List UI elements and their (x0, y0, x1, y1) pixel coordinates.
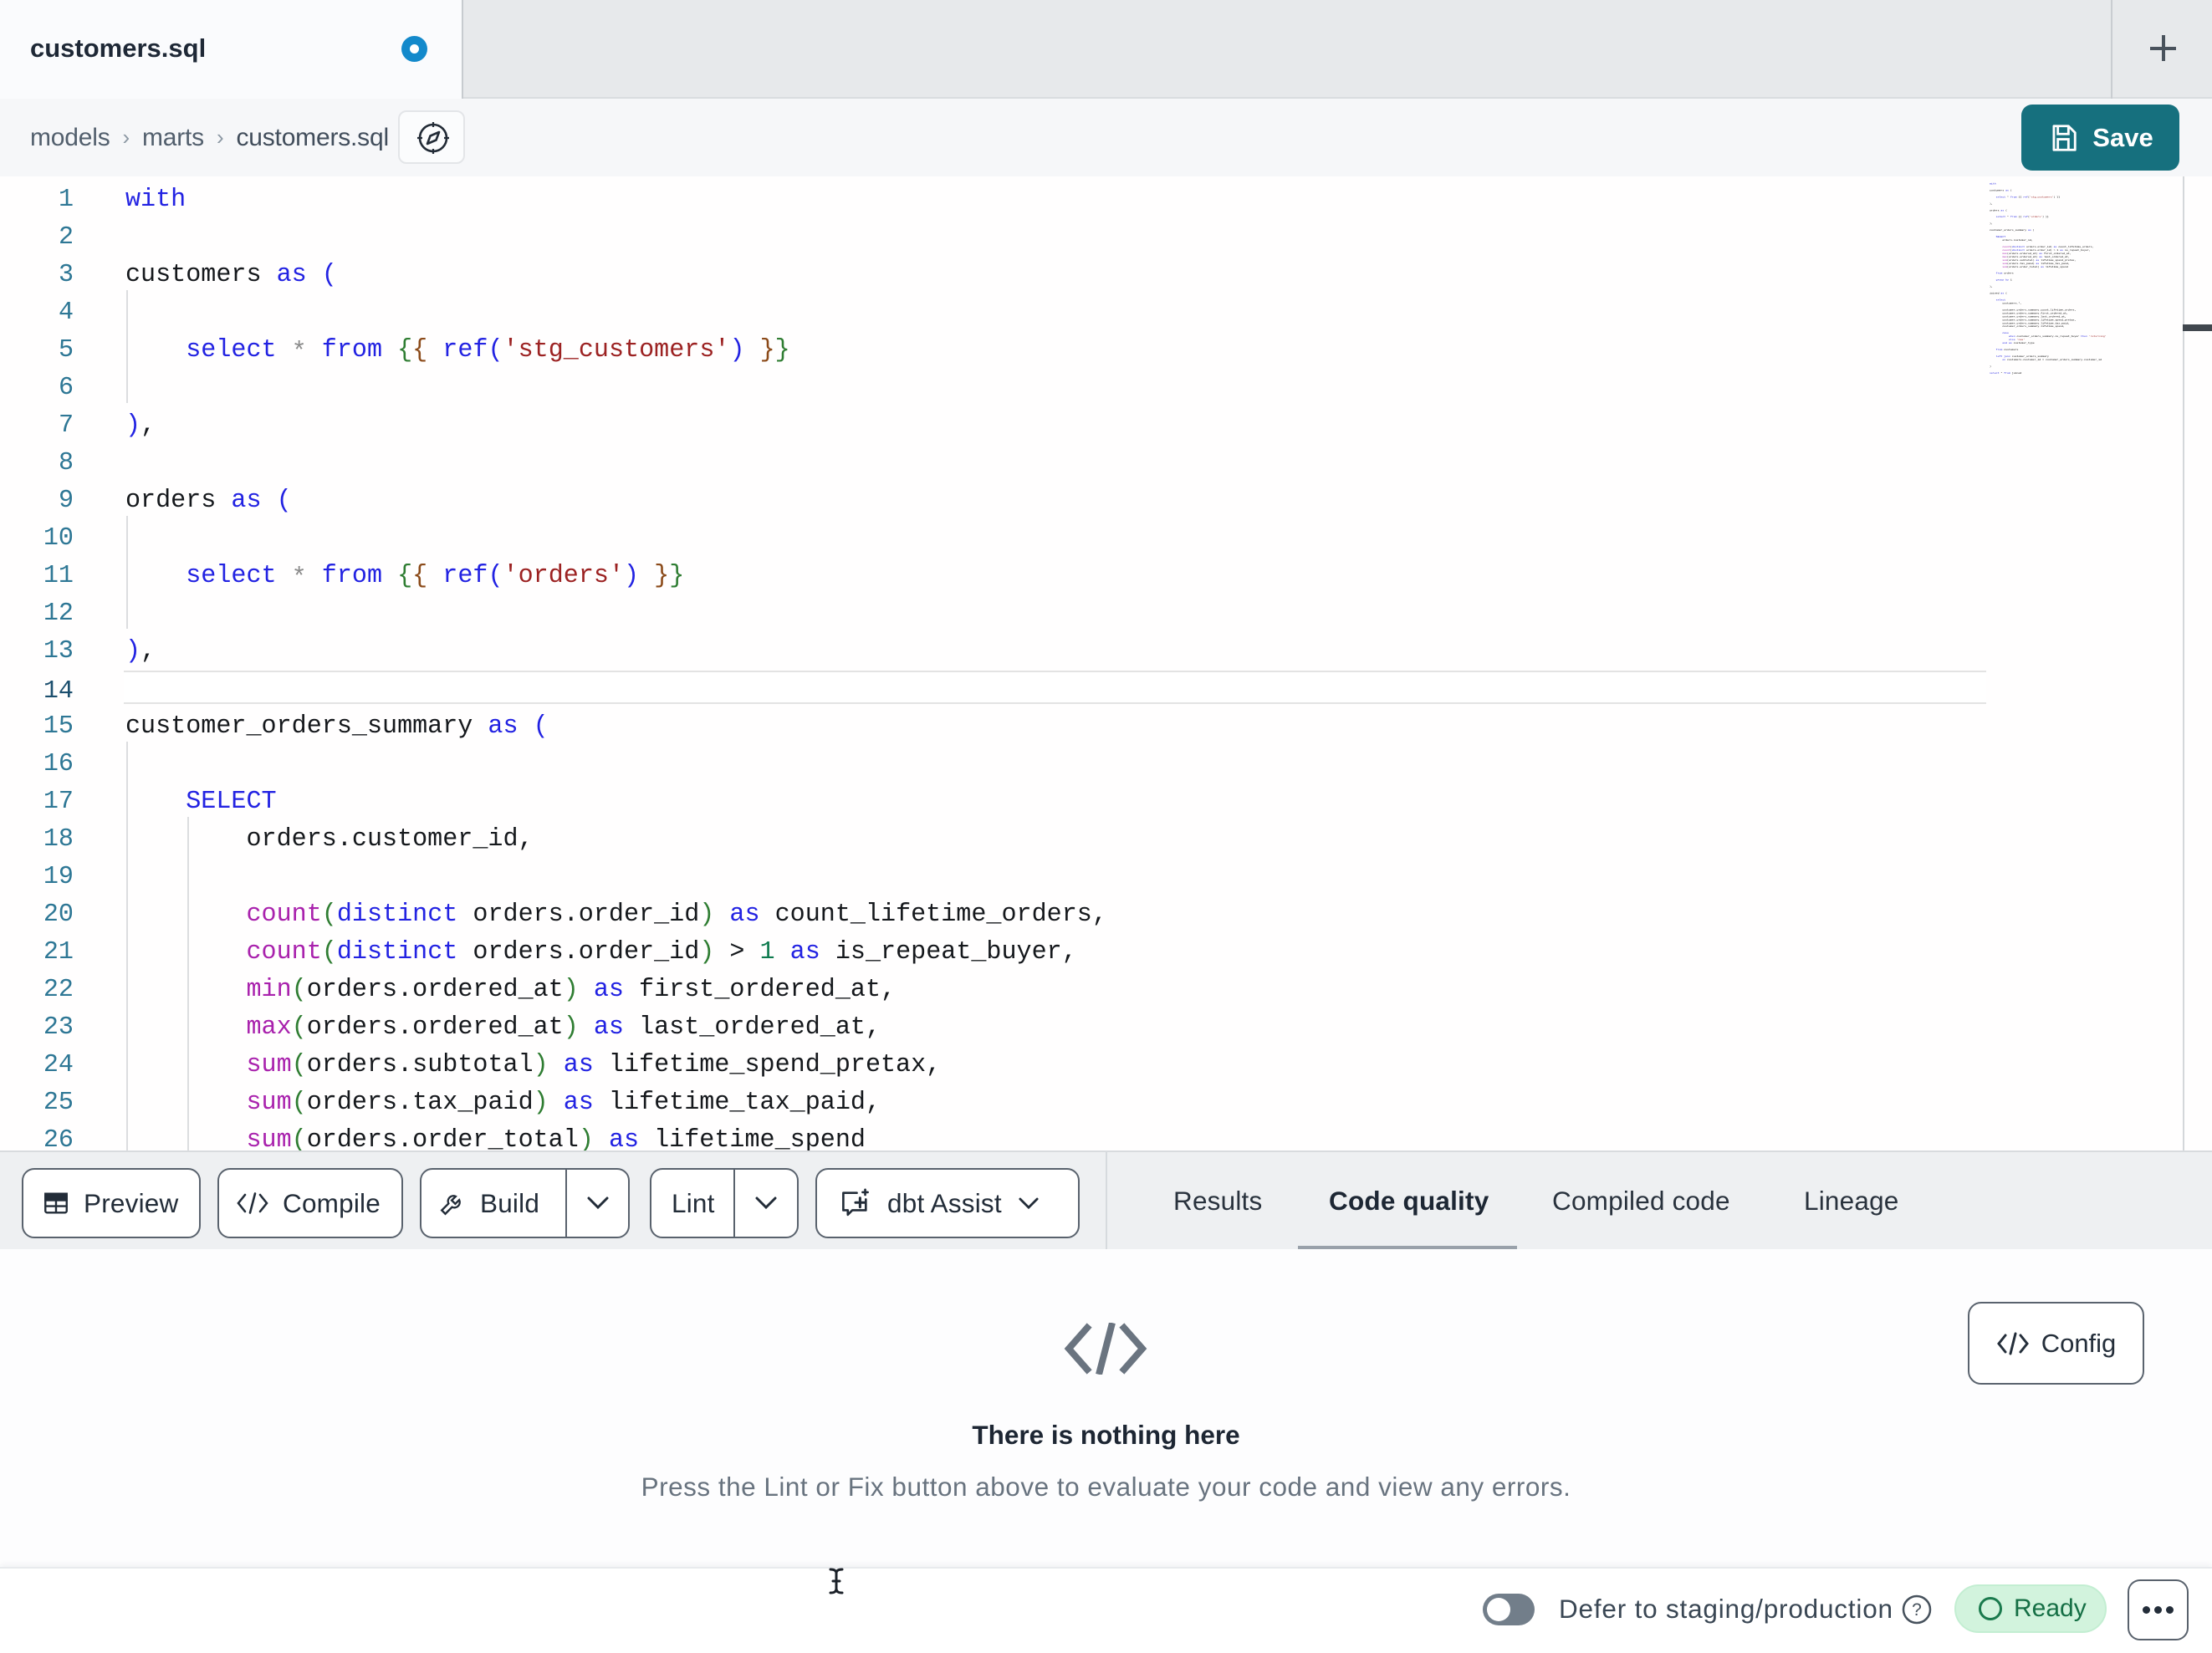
svg-text:?: ? (1912, 1600, 1922, 1620)
